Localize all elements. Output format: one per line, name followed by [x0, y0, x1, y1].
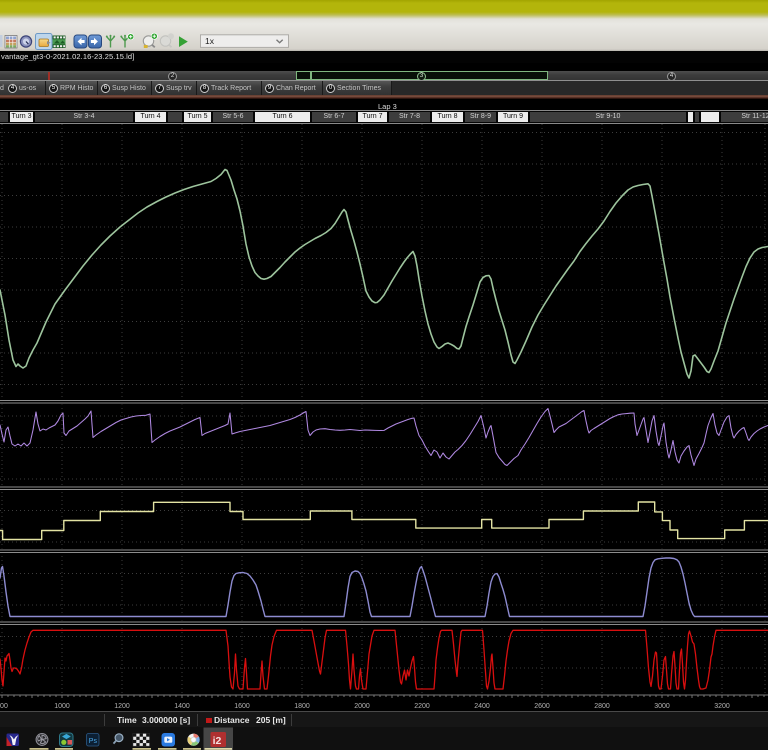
svg-text:2200: 2200: [414, 703, 430, 710]
svg-text:2800: 2800: [594, 703, 610, 710]
svg-text:3200: 3200: [714, 703, 730, 710]
svg-text:2000: 2000: [354, 703, 370, 710]
svg-text:1400: 1400: [174, 703, 190, 710]
svg-text:1x: 1x: [205, 36, 215, 46]
svg-text:i2: i2: [213, 735, 222, 747]
svg-text:2400: 2400: [474, 703, 490, 710]
svg-text:2600: 2600: [534, 703, 550, 710]
svg-text:1600: 1600: [234, 703, 250, 710]
svg-text:1200: 1200: [114, 703, 130, 710]
svg-text:1000: 1000: [54, 703, 70, 710]
svg-text:3000: 3000: [654, 703, 670, 710]
svg-text:Ps: Ps: [89, 738, 98, 745]
svg-text:800: 800: [0, 703, 8, 710]
svg-text:1800: 1800: [294, 703, 310, 710]
